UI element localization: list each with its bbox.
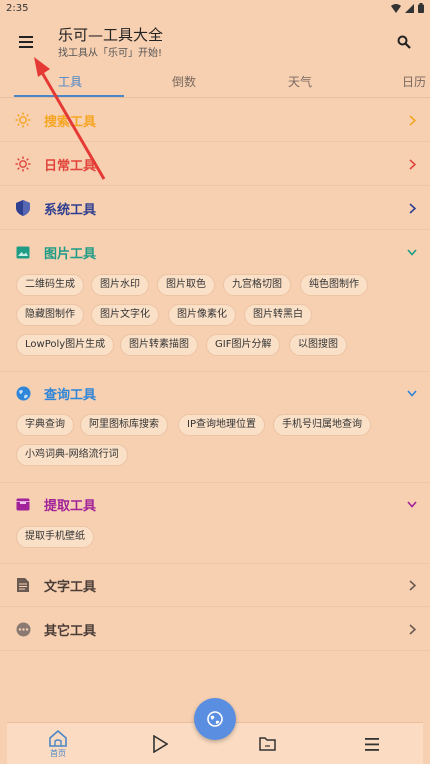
tool-chip[interactable]: 提取手机壁纸 — [16, 526, 94, 548]
battery-icon — [418, 3, 424, 13]
category-label: 提取工具 — [44, 499, 97, 514]
category-other-tools[interactable]: 其它工具 — [0, 607, 430, 651]
tool-chip[interactable]: 隐藏图制作 — [16, 304, 84, 326]
chevron-down-icon — [406, 495, 418, 513]
tool-chip[interactable]: GIF图片分解 — [206, 334, 281, 356]
chevron-down-icon — [406, 243, 418, 261]
play-icon — [153, 735, 168, 753]
chevron-right-icon — [406, 620, 418, 638]
app-title: 乐可—工具大全 — [58, 26, 164, 44]
document-icon — [14, 576, 32, 594]
folder-icon — [258, 737, 276, 751]
tool-chip[interactable]: 九宫格切图 — [223, 274, 291, 296]
category-label: 其它工具 — [44, 624, 97, 639]
nav-home-label: 首页 — [50, 748, 66, 758]
tool-chip[interactable]: 字典查询 — [16, 414, 74, 436]
tool-chip[interactable]: 阿里图标库搜索 — [80, 414, 168, 436]
shield-icon — [14, 199, 32, 217]
category-text-tools[interactable]: 文字工具 — [0, 563, 430, 607]
category-extract-tools[interactable]: 提取工具 — [0, 482, 430, 526]
search-button[interactable] — [390, 28, 418, 56]
status-icons — [391, 3, 424, 13]
chevron-right-icon — [406, 199, 418, 217]
tool-chip[interactable]: 二维码生成 — [16, 274, 84, 296]
signal-icon — [405, 3, 414, 13]
tool-chip[interactable]: 以图搜图 — [289, 334, 347, 356]
category-label: 图片工具 — [44, 247, 97, 262]
tool-chip[interactable]: 图片转素描图 — [120, 334, 198, 356]
tool-chip[interactable]: 纯色图制作 — [300, 274, 368, 296]
tool-chip[interactable]: 图片像素化 — [168, 304, 236, 326]
nav-home[interactable]: 首页 — [43, 723, 73, 764]
wifi-icon — [391, 3, 401, 13]
tab-calendar[interactable]: 日历 — [402, 73, 426, 90]
globe-icon — [207, 711, 223, 727]
chevron-right-icon — [406, 111, 418, 129]
archive-icon — [14, 495, 32, 513]
tool-chip[interactable]: 图片转黑白 — [244, 304, 312, 326]
tab-countdown[interactable]: 倒数 — [172, 73, 196, 90]
nav-play[interactable] — [145, 723, 175, 764]
list-icon — [365, 737, 379, 751]
tool-chip[interactable]: 图片文字化 — [91, 304, 159, 326]
category-label: 文字工具 — [44, 580, 97, 595]
tool-chip[interactable]: LowPoly图片生成 — [16, 334, 115, 356]
menu-button[interactable] — [12, 28, 40, 56]
status-time: 2:35 — [6, 3, 29, 14]
fab-button[interactable] — [194, 698, 236, 740]
category-image-tools[interactable]: 图片工具 — [0, 230, 430, 274]
image-icon — [14, 243, 32, 261]
category-label: 查询工具 — [44, 388, 97, 403]
tool-chip[interactable]: 手机号归属地查询 — [273, 414, 371, 436]
chevron-right-icon — [406, 155, 418, 173]
tab-weather[interactable]: 天气 — [288, 73, 312, 90]
annotation-arrow — [34, 57, 106, 180]
globe-icon — [14, 384, 32, 402]
more-icon — [14, 620, 32, 638]
category-system-tools[interactable]: 系统工具 — [0, 186, 430, 230]
home-icon — [49, 729, 67, 747]
nav-folder[interactable] — [252, 723, 282, 764]
tool-chip[interactable]: IP查询地理位置 — [178, 414, 265, 436]
hamburger-icon — [19, 36, 33, 48]
search-icon — [397, 35, 411, 49]
chevron-down-icon — [406, 384, 418, 402]
status-bar: 2:35 — [0, 0, 430, 18]
category-query-tools[interactable]: 查询工具 — [0, 371, 430, 415]
tool-chip[interactable]: 小鸡词典-网络流行词 — [16, 444, 128, 466]
category-label: 系统工具 — [44, 203, 97, 218]
nav-menu[interactable] — [357, 723, 387, 764]
tool-chip[interactable]: 图片取色 — [157, 274, 215, 296]
tool-chip[interactable]: 图片水印 — [91, 274, 149, 296]
chevron-right-icon — [406, 576, 418, 594]
